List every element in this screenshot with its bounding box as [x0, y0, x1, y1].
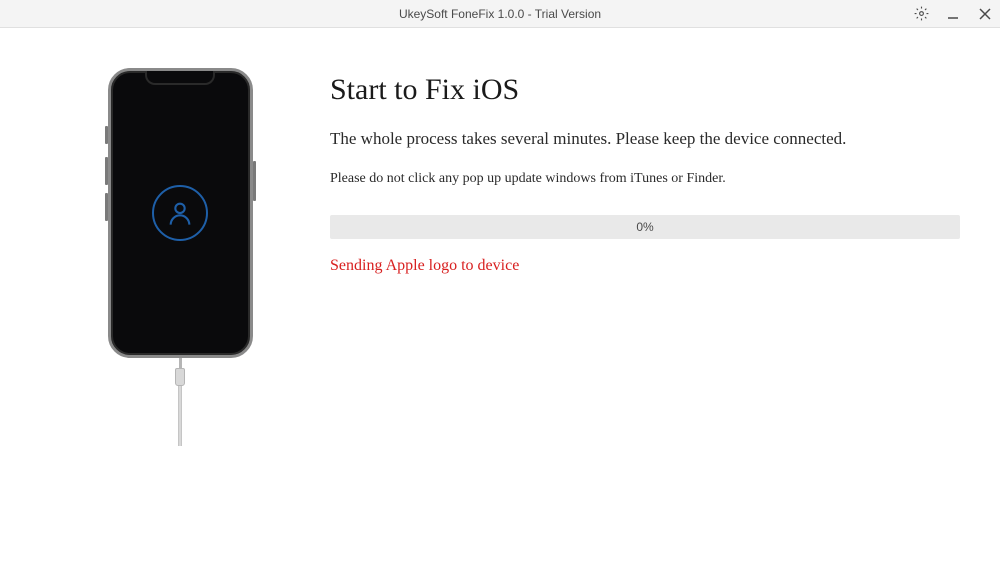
phone-side-button — [105, 157, 108, 185]
cable-connector — [175, 368, 185, 386]
progress-percent: 0% — [636, 220, 653, 234]
title-bar: UkeySoft FoneFix 1.0.0 - Trial Version — [0, 0, 1000, 28]
phone-side-button — [105, 193, 108, 221]
settings-button[interactable] — [912, 5, 930, 23]
window-title: UkeySoft FoneFix 1.0.0 - Trial Version — [399, 7, 601, 21]
device-illustration — [40, 68, 320, 572]
progress-bar: 0% — [330, 215, 960, 239]
gear-icon — [914, 6, 929, 21]
subheading-text: The whole process takes several minutes.… — [330, 129, 960, 149]
warning-text: Please do not click any pop up update wi… — [330, 171, 960, 187]
phone-notch — [145, 71, 215, 85]
close-icon — [979, 8, 991, 20]
page-title: Start to Fix iOS — [330, 73, 960, 107]
user-icon — [166, 199, 194, 227]
cable-tip — [179, 358, 182, 368]
cable-wire — [178, 386, 182, 446]
content-panel: Start to Fix iOS The whole process takes… — [320, 68, 960, 572]
phone-side-button — [253, 161, 256, 201]
user-icon-circle — [152, 185, 208, 241]
minimize-button[interactable] — [944, 5, 962, 23]
window-controls — [912, 5, 994, 23]
minimize-icon — [947, 8, 959, 20]
main-content: Start to Fix iOS The whole process takes… — [0, 28, 1000, 572]
phone-frame — [108, 68, 253, 358]
phone-side-button — [105, 126, 108, 144]
status-text: Sending Apple logo to device — [330, 257, 960, 275]
close-button[interactable] — [976, 5, 994, 23]
